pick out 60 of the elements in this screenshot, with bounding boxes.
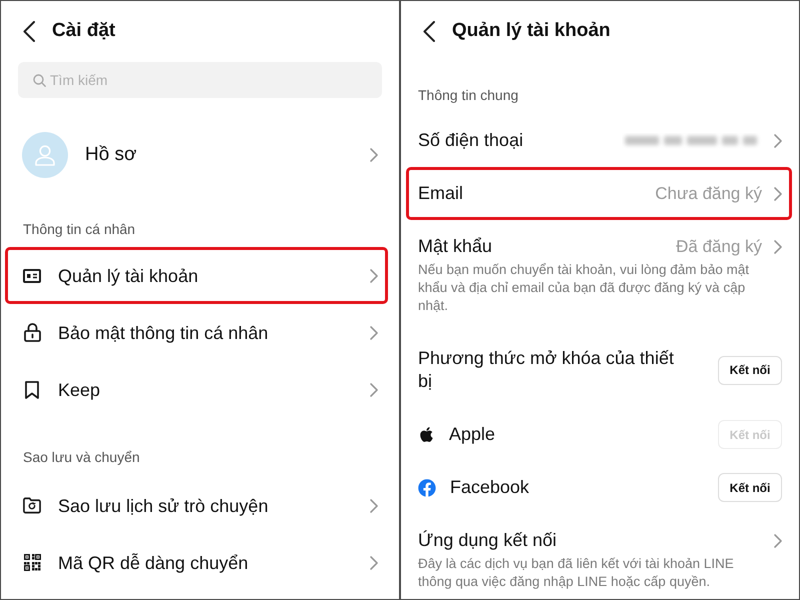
chevron-right-icon: [370, 498, 378, 512]
chevron-right-icon: [370, 326, 378, 340]
item-label: Mật khẩu: [418, 235, 494, 258]
search-field[interactable]: Tìm kiếm: [18, 62, 382, 98]
item-label: Phương thức mở khóa của thiết bị: [418, 347, 675, 393]
menu-item[interactable]: Quản lý tài khoản: [5, 247, 388, 304]
section-header: Thông tin cá nhân: [23, 220, 136, 239]
connect-button[interactable]: Kết nối: [718, 356, 782, 384]
item-value: Chưa đăng ký: [655, 183, 762, 205]
account-item[interactable]: Mật khẩu Đã đăng ký Nếu bạn muốn chuyển tài khoản, vui lòng đảm bảo mật khẩu và địa chỉ email của bạn đã được đăng ký và cập nhật.: [406, 220, 792, 332]
item-label: Apple: [449, 423, 496, 446]
facebook-logo-icon: [418, 478, 436, 496]
chevron-left-icon: [23, 20, 35, 42]
lock-icon: [24, 323, 40, 342]
qr-code-icon: [24, 554, 40, 571]
back-button[interactable]: [423, 20, 435, 42]
account-item[interactable]: Email Chưa đăng ký: [406, 167, 792, 220]
connect-button[interactable]: Kết nối: [718, 473, 782, 502]
chevron-right-icon: [774, 534, 782, 548]
item-label: Email: [418, 182, 464, 205]
account-item[interactable]: Ứng dụng kết nối Đây là các dịch vụ bạn đã liên kết với tài khoản LINE thông qua việc đăng nhập LINE hoặc cấp quyền.: [406, 514, 792, 596]
chevron-right-icon: [370, 148, 378, 162]
account-item[interactable]: Số điện thoại: [406, 114, 792, 167]
account-item[interactable]: Phương thức mở khóa của thiết bị Kết nối: [406, 332, 792, 408]
item-label: Facebook: [450, 476, 530, 499]
profile-label: Hồ sơ: [85, 142, 138, 167]
search-icon: [33, 74, 46, 87]
item-value: Đã đăng ký: [676, 236, 762, 258]
back-button[interactable]: [23, 20, 35, 42]
profile-item[interactable]: Hồ sơ: [1, 117, 399, 193]
item-label: Số điện thoại: [418, 129, 524, 152]
menu-item-label: Mã QR dễ dàng chuyển: [58, 552, 250, 574]
chevron-right-icon: [774, 134, 782, 148]
chevron-right-icon: [370, 268, 378, 282]
menu-item[interactable]: Keep: [5, 361, 388, 418]
menu-item-label: Bảo mật thông tin cá nhân: [58, 322, 270, 344]
item-description: Nếu bạn muốn chuyển tài khoản, vui lòng đảm bảo mật khẩu và địa chỉ email của bạn đã được đăng ký và cập nhật.: [418, 261, 750, 315]
page-title: Cài đặt: [52, 19, 116, 43]
item-label: Ứng dụng kết nối: [418, 529, 558, 552]
folder-refresh-icon: [23, 497, 41, 514]
section-header: Thông tin chung: [418, 86, 518, 105]
chevron-left-icon: [423, 20, 435, 42]
account-item[interactable]: Facebook Kết nối: [406, 461, 792, 514]
id-card-icon: [23, 268, 41, 282]
avatar-silhouette-icon: [22, 132, 68, 178]
menu-item-label: Quản lý tài khoản: [58, 264, 200, 288]
chevron-right-icon: [370, 556, 378, 570]
menu-item-label: Sao lưu lịch sử trò chuyện: [58, 494, 270, 518]
menu-item[interactable]: Mã QR dễ dàng chuyển: [5, 534, 388, 591]
chevron-right-icon: [774, 186, 782, 200]
menu-item[interactable]: Sao lưu lịch sử trò chuyện: [5, 477, 388, 534]
apple-logo-icon: [418, 426, 435, 443]
section-header: Sao lưu và chuyển: [23, 448, 140, 467]
chevron-right-icon: [370, 382, 378, 396]
page-title: Quản lý tài khoản: [452, 19, 610, 43]
menu-item-label: Keep: [58, 378, 102, 402]
chevron-right-icon: [774, 240, 782, 254]
menu-item[interactable]: Bảo mật thông tin cá nhân: [5, 304, 388, 361]
item-description: Đây là các dịch vụ bạn đã liên kết với tài khoản LINE thông qua việc đăng nhập LINE hoặc cấp quyền.: [418, 555, 735, 591]
bookmark-icon: [25, 380, 39, 398]
